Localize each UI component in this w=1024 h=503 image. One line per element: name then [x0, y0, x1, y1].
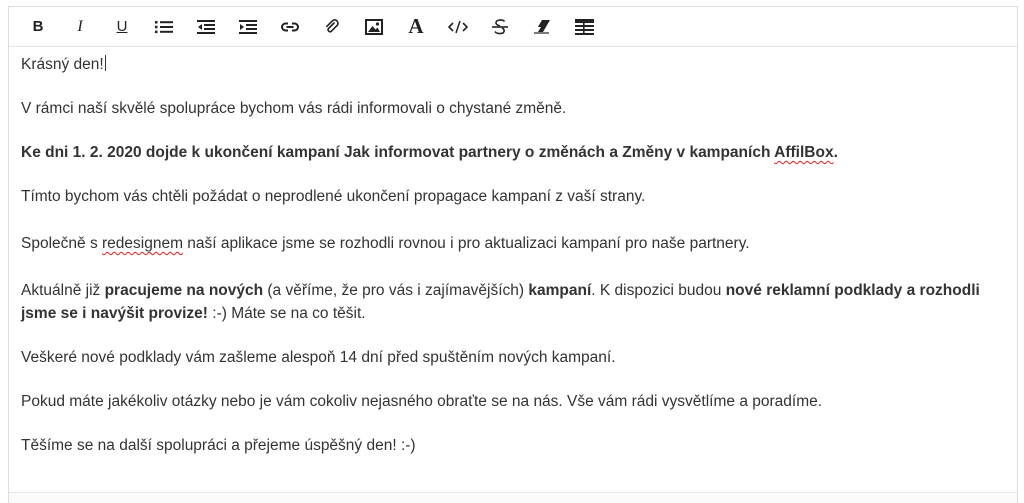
- table-icon: [574, 18, 594, 35]
- code-button[interactable]: [437, 12, 479, 42]
- outdent-button[interactable]: [185, 12, 227, 42]
- italic-button[interactable]: I: [59, 12, 101, 42]
- attachment-icon: [326, 18, 339, 32]
- editor-footer: [9, 492, 1017, 503]
- link-button[interactable]: [269, 12, 311, 42]
- font-button[interactable]: A: [395, 12, 437, 42]
- bold-icon: B: [32, 18, 44, 35]
- paragraph-announcement: Ke dni 1. 2. 2020 dojde k ukončení kampa…: [21, 144, 838, 161]
- underline-button[interactable]: U: [101, 12, 143, 42]
- eraser-button[interactable]: [521, 12, 563, 42]
- text-cursor: [104, 55, 106, 71]
- misspelled-word: redesignem: [102, 235, 183, 252]
- image-button[interactable]: [353, 12, 395, 42]
- underline-icon: U: [116, 18, 128, 35]
- editor-content[interactable]: Krásný den! V rámci naší skvělé spoluprá…: [9, 47, 1017, 457]
- link-icon: [281, 22, 299, 31]
- paragraph-questions: Pokud máte jakékoliv otázky nebo je vám …: [21, 393, 823, 410]
- italic-icon: I: [77, 17, 83, 35]
- paragraph-redesign: Společně s redesignem naší aplikace jsme…: [21, 235, 750, 252]
- strikethrough-icon: [492, 18, 508, 34]
- image-icon: [365, 18, 383, 35]
- bullet-list-button[interactable]: [143, 12, 185, 42]
- indent-icon: [239, 19, 257, 34]
- bold-button[interactable]: B: [17, 12, 59, 42]
- paragraph-intro: V rámci naší skvělé spolupráce bychom vá…: [21, 100, 567, 117]
- paragraph-request: Tímto bychom vás chtěli požádat o neprod…: [21, 188, 646, 205]
- indent-button[interactable]: [227, 12, 269, 42]
- outdent-icon: [197, 19, 215, 34]
- attachment-button[interactable]: [311, 12, 353, 42]
- bullet-list-icon: [155, 20, 173, 33]
- paragraph-materials: Veškeré nové podklady vám zašleme alespo…: [21, 349, 616, 366]
- paragraph-new-campaigns: Aktuálně již pracujeme na nových (a věří…: [21, 282, 980, 322]
- strikethrough-button[interactable]: [479, 12, 521, 42]
- misspelled-word: AffilBox: [774, 144, 834, 161]
- editor-toolbar: B I U A: [9, 7, 1017, 47]
- eraser-icon: [534, 19, 550, 34]
- paragraph-closing: Těšíme se na další spolupráci a přejeme …: [21, 437, 416, 454]
- font-icon: A: [408, 14, 424, 38]
- table-button[interactable]: [563, 12, 605, 42]
- code-icon: [448, 20, 468, 33]
- rich-text-editor: B I U A Krásný den! V rámci naší skvělé …: [8, 6, 1018, 503]
- paragraph-greeting: Krásný den!: [21, 55, 106, 73]
